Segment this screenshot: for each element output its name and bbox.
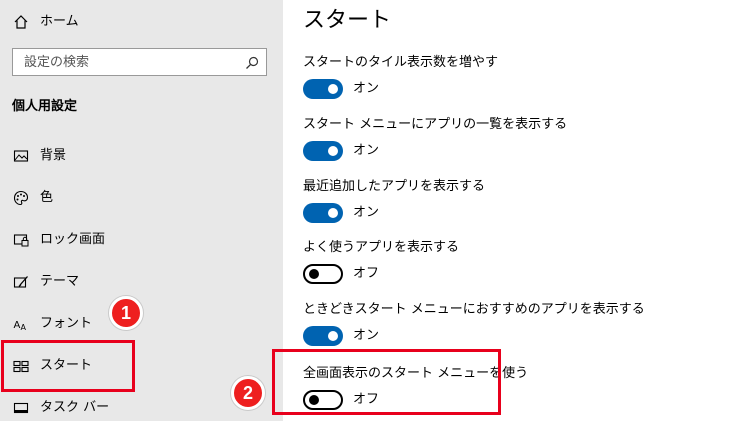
section-heading: 個人用設定 xyxy=(12,99,78,114)
sidebar-item-lock-screen[interactable]: ロック画面 xyxy=(0,220,283,260)
sidebar-item-label: フォント xyxy=(40,316,93,331)
font-icon: AA xyxy=(13,316,29,332)
sidebar-item-background[interactable]: 背景 xyxy=(0,136,283,176)
sidebar-item-label: ロック画面 xyxy=(40,232,106,247)
sidebar-item-theme[interactable]: テーマ xyxy=(0,262,283,302)
toggle-state-label: オン xyxy=(353,81,380,96)
toggle-switch[interactable] xyxy=(303,79,343,99)
highlight-box-full-screen xyxy=(272,349,501,415)
highlight-box-start xyxy=(1,340,135,392)
annotation-badge-2: 2 xyxy=(231,376,265,410)
sidebar-item-label: タスク バー xyxy=(40,400,110,415)
sidebar-item-label: テーマ xyxy=(40,274,80,289)
annotation-badge-1: 1 xyxy=(109,296,143,330)
lock-screen-icon xyxy=(13,232,29,248)
page-title: スタート xyxy=(303,8,392,33)
theme-icon xyxy=(13,274,29,290)
toggle-switch[interactable] xyxy=(303,141,343,161)
palette-icon xyxy=(13,190,29,206)
setting-more-tiles: スタートのタイル表示数を増やす オン xyxy=(303,55,723,99)
home-icon xyxy=(13,14,29,30)
setting-show-app-list: スタート メニューにアプリの一覧を表示する オン xyxy=(303,117,723,161)
toggle-knob xyxy=(328,331,338,341)
search-icon[interactable] xyxy=(245,55,259,69)
toggle-row: オフ xyxy=(303,264,503,284)
taskbar-icon xyxy=(13,400,29,416)
toggle-state-label: オン xyxy=(353,205,380,220)
nav-home[interactable]: ホーム xyxy=(0,2,283,42)
svg-text:A: A xyxy=(21,323,27,332)
toggle-state-label: オフ xyxy=(353,266,380,281)
toggle-knob xyxy=(328,84,338,94)
toggle-row: オン xyxy=(303,79,503,99)
toggle-switch[interactable] xyxy=(303,264,343,284)
sidebar-item-color[interactable]: 色 xyxy=(0,178,283,218)
svg-text:A: A xyxy=(14,320,21,331)
toggle-switch[interactable] xyxy=(303,203,343,223)
search-box[interactable] xyxy=(12,48,267,76)
setting-suggestions: ときどきスタート メニューにおすすめのアプリを表示する オン xyxy=(303,302,723,346)
setting-label: ときどきスタート メニューにおすすめのアプリを表示する xyxy=(303,302,645,317)
setting-label: スタート メニューにアプリの一覧を表示する xyxy=(303,117,568,132)
toggle-knob xyxy=(328,146,338,156)
toggle-state-label: オン xyxy=(353,143,380,158)
toggle-state-label: オン xyxy=(353,328,380,343)
sidebar-item-label: 色 xyxy=(40,190,54,205)
setting-recently-added: 最近追加したアプリを表示する オン xyxy=(303,179,723,223)
toggle-switch[interactable] xyxy=(303,326,343,346)
setting-label: 最近追加したアプリを表示する xyxy=(303,179,486,194)
setting-label: よく使うアプリを表示する xyxy=(303,240,460,255)
toggle-row: オン xyxy=(303,141,503,161)
image-icon xyxy=(13,148,29,164)
sidebar-item-label: 背景 xyxy=(40,148,67,163)
nav-home-label: ホーム xyxy=(40,14,79,29)
toggle-knob xyxy=(309,269,319,279)
setting-label: スタートのタイル表示数を増やす xyxy=(303,55,499,70)
toggle-row: オン xyxy=(303,326,503,346)
toggle-knob xyxy=(328,208,338,218)
search-input[interactable] xyxy=(13,49,244,75)
setting-most-used: よく使うアプリを表示する オフ xyxy=(303,240,723,284)
toggle-row: オン xyxy=(303,203,503,223)
